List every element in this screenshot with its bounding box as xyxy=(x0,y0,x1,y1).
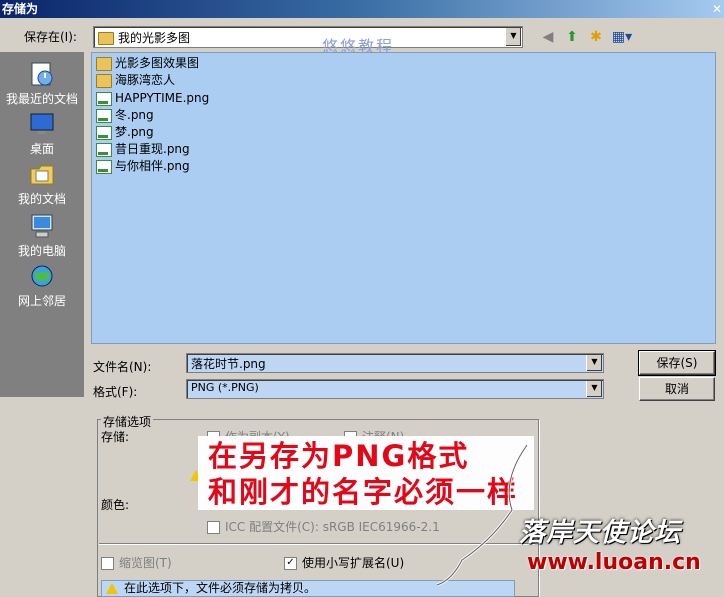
filename-value: 落花时节.png xyxy=(191,357,266,371)
my-documents-icon xyxy=(30,165,54,185)
lowercase-extension-checkbox[interactable]: ✓ 使用小写扩展名(U) xyxy=(284,554,404,571)
list-item[interactable]: 光影多图效果图 xyxy=(96,55,199,72)
my-computer-icon xyxy=(31,214,53,238)
place-my-documents[interactable]: 我的文档 xyxy=(0,160,84,207)
format-value: PNG (*.PNG) xyxy=(191,381,259,394)
desktop-icon xyxy=(30,113,54,134)
folder-icon xyxy=(96,56,112,71)
color-label: 颜色: xyxy=(101,498,130,512)
network-places-icon xyxy=(31,265,53,287)
chevron-down-icon[interactable]: ▼ xyxy=(586,355,602,371)
list-item[interactable]: 与你相伴.png xyxy=(96,158,190,175)
save-in-value: 我的光影多图 xyxy=(118,31,191,45)
window-title: 存储为 xyxy=(2,2,39,16)
icc-profile-checkbox[interactable]: ICC 配置文件(C): sRGB IEC61966-2.1 xyxy=(207,518,440,535)
chevron-down-icon[interactable]: ▼ xyxy=(586,381,602,397)
recent-documents-icon xyxy=(31,62,53,86)
save-in-dropdown[interactable]: 我的光影多图 ▼ xyxy=(93,26,523,48)
forum-url-watermark: www.luoan.cn xyxy=(527,550,701,575)
format-dropdown[interactable]: PNG (*.PNG) ▼ xyxy=(186,379,604,399)
place-desktop[interactable]: 桌面 xyxy=(0,110,84,157)
view-menu-icon[interactable]: ▦▾ xyxy=(610,27,634,47)
thumbnail-checkbox[interactable]: 缩览图(T) xyxy=(101,554,172,571)
cancel-button[interactable]: 取消 xyxy=(639,377,715,401)
save-button[interactable]: 保存(S) xyxy=(638,350,716,376)
close-icon[interactable]: ✕ xyxy=(710,0,722,18)
format-label: 格式(F): xyxy=(93,385,138,399)
folder-icon xyxy=(98,32,114,45)
png-file-icon xyxy=(96,142,112,157)
warning-icon xyxy=(106,583,118,594)
place-my-computer[interactable]: 我的电脑 xyxy=(0,212,84,259)
png-file-icon xyxy=(96,108,112,123)
png-file-icon xyxy=(96,125,112,140)
place-network[interactable]: 网上邻居 xyxy=(0,262,84,309)
new-folder-icon[interactable]: ✱ xyxy=(586,27,606,47)
list-item[interactable]: 梦.png xyxy=(96,124,154,141)
place-recent[interactable]: 我最近的文档 xyxy=(0,60,84,107)
up-folder-icon[interactable]: ⬆ xyxy=(562,27,582,47)
places-bar: 我最近的文档 桌面 我的文档 我的电脑 网上邻居 xyxy=(0,52,84,397)
folder-icon xyxy=(96,73,112,88)
store-label: 存储: xyxy=(101,430,130,444)
list-item[interactable]: 海豚湾恋人 xyxy=(96,72,175,89)
file-list[interactable]: 光影多图效果图 海豚湾恋人 HAPPYTIME.png 冬.png 梦.png … xyxy=(91,52,716,344)
filename-label: 文件名(N): xyxy=(93,360,152,374)
png-file-icon xyxy=(96,91,112,106)
chevron-down-icon[interactable]: ▼ xyxy=(505,28,521,46)
back-icon[interactable]: ◀ xyxy=(538,27,558,47)
title-bar[interactable]: 存储为 ✕ xyxy=(0,0,724,18)
forum-watermark: 落岸天使论坛 xyxy=(519,518,682,548)
list-item[interactable]: 昔日重现.png xyxy=(96,141,190,158)
save-in-label: 保存在(I): xyxy=(24,30,77,44)
list-item[interactable]: HAPPYTIME.png xyxy=(96,90,209,107)
png-file-icon xyxy=(96,159,112,174)
list-item[interactable]: 冬.png xyxy=(96,107,154,124)
filename-input[interactable]: 落花时节.png ▼ xyxy=(186,353,604,373)
